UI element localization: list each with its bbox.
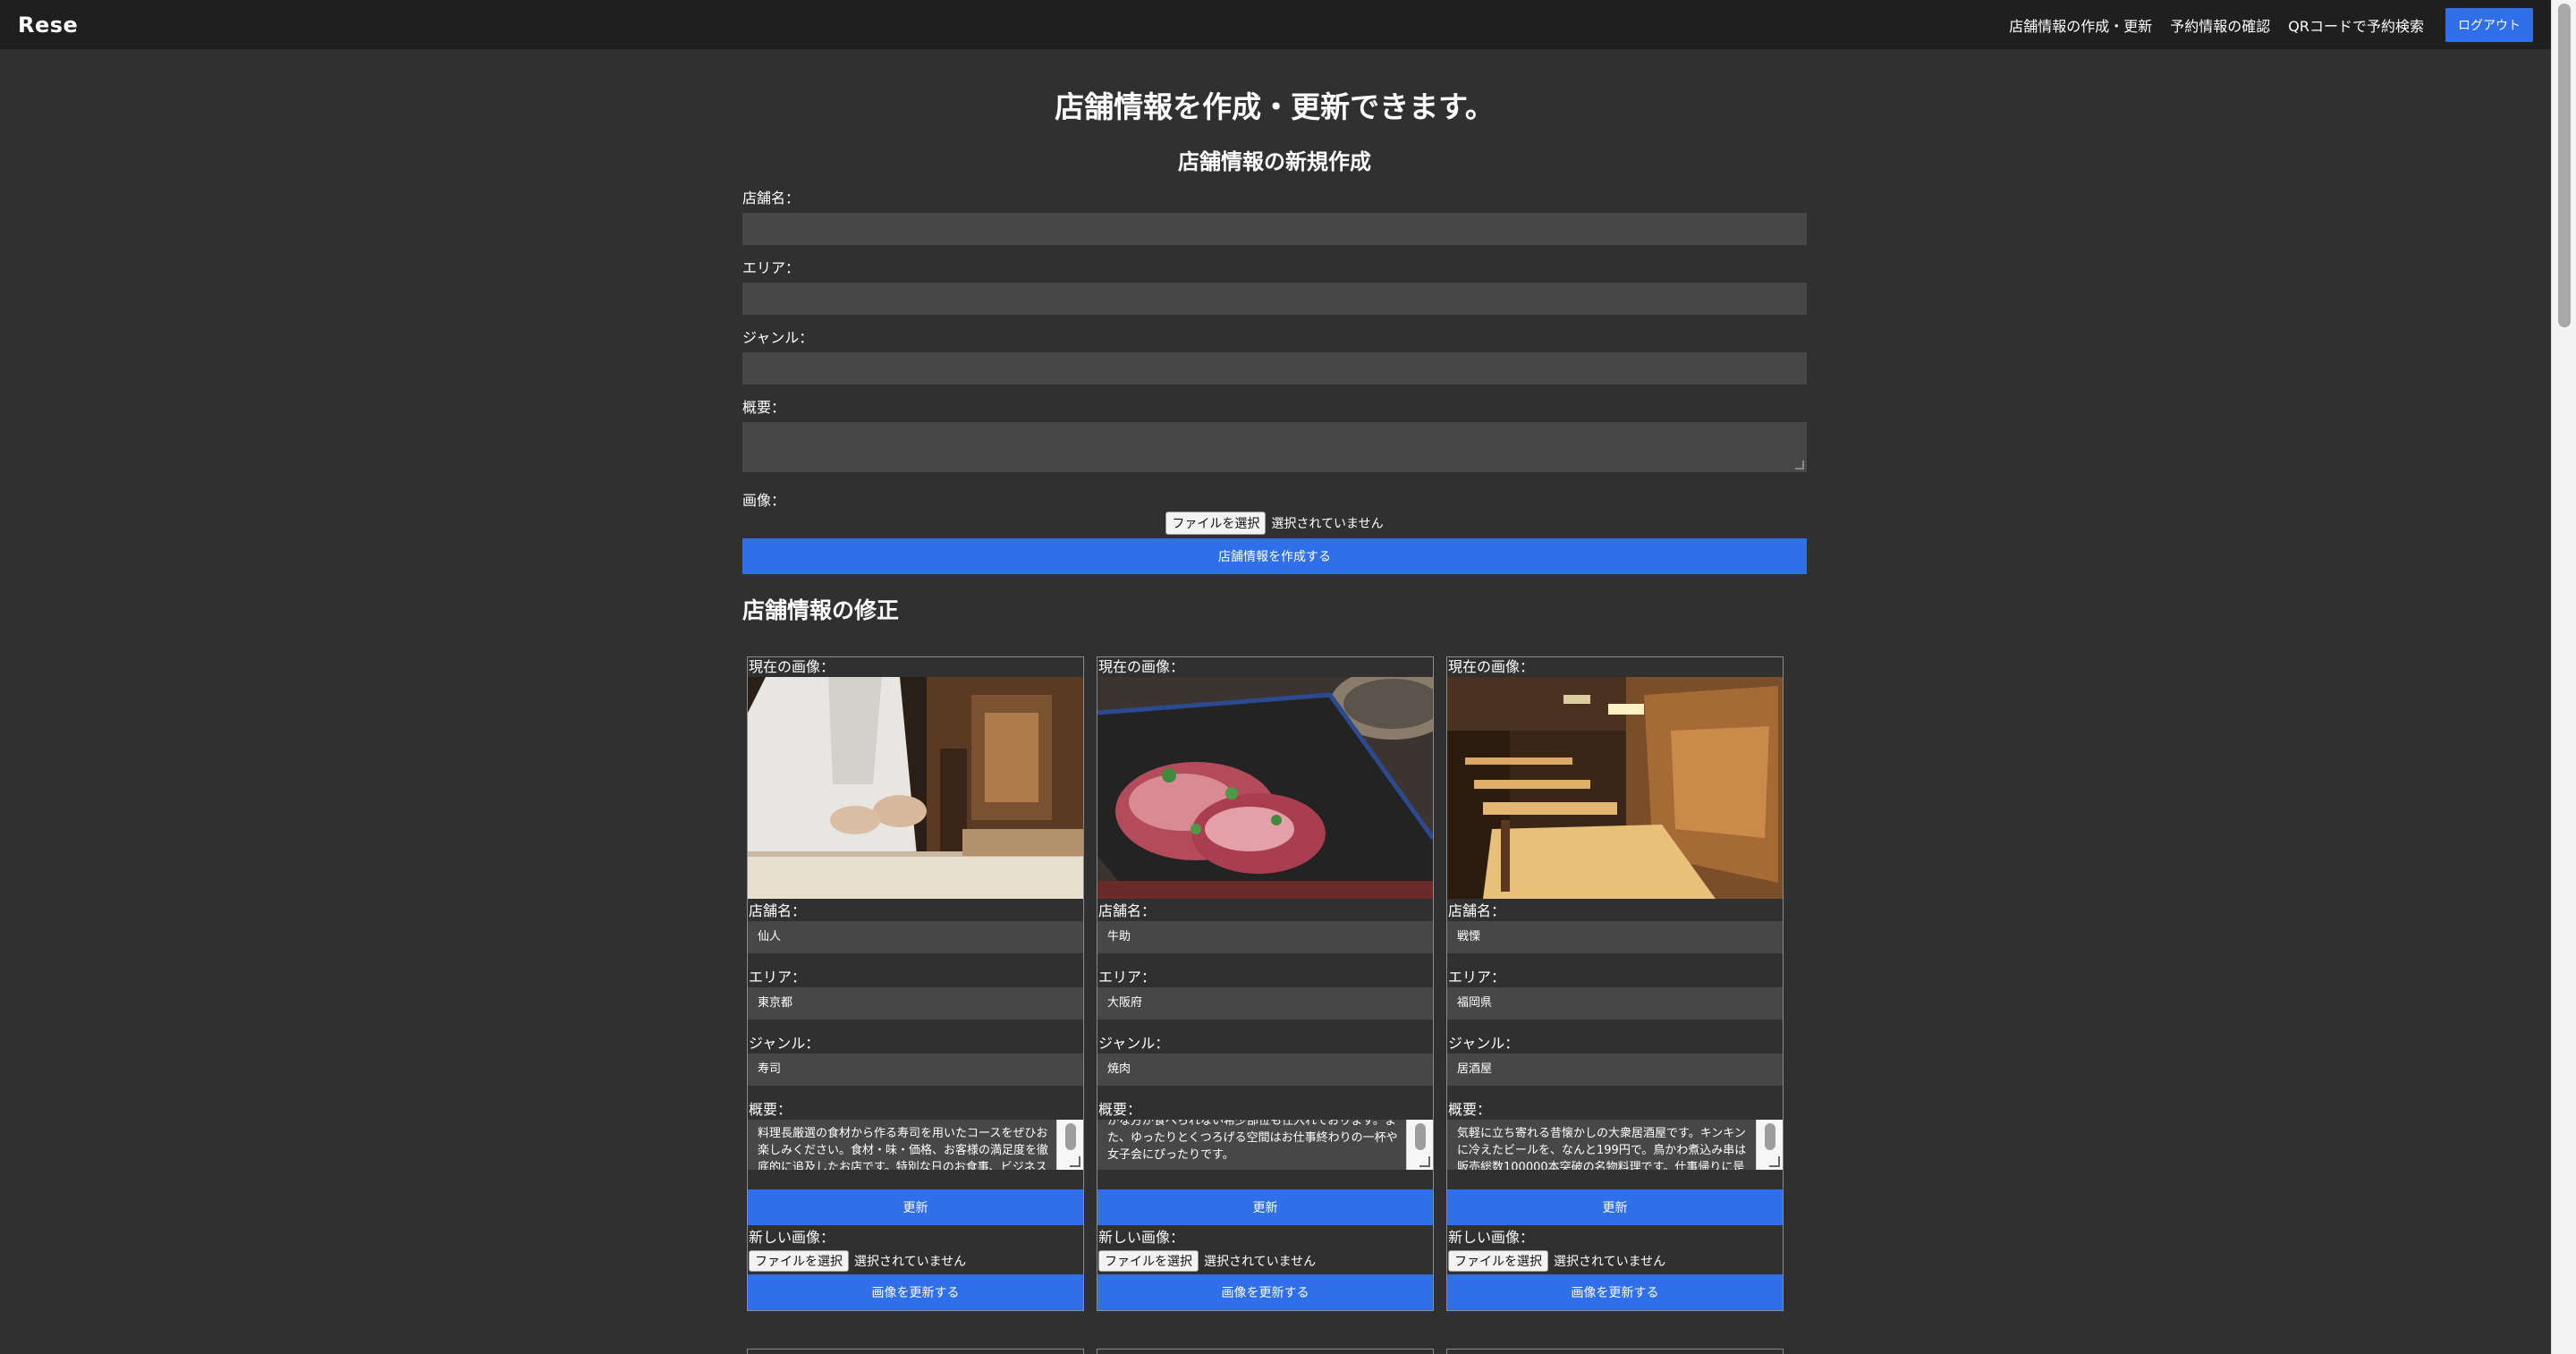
resize-grip-icon[interactable] (1070, 1156, 1080, 1167)
resize-grip-icon[interactable] (1419, 1156, 1430, 1167)
shop-card: 現在の画像： 店舗名： 仙人 エリア： 東京都 ジャンル： 寿司 概要： 料理長… (747, 656, 1084, 1311)
create-area-input[interactable] (742, 283, 1807, 315)
card-summary-text: 料理長厳選の食材から作る寿司を用いたコースをぜひお楽しみください。食材・味・価格… (758, 1127, 1049, 1170)
page-scrollbar-thumb[interactable] (2558, 4, 2571, 327)
card-name-input[interactable]: 戦慄 (1447, 921, 1783, 953)
card-file-picker: ファイルを選択 選択されていません (1447, 1249, 1783, 1273)
create-image-label: 画像： (742, 492, 786, 509)
update-shop-button[interactable]: 更新 (748, 1189, 1083, 1225)
update-shop-button[interactable]: 更新 (1097, 1189, 1433, 1225)
sushi-chef-icon (748, 677, 1083, 899)
card-name-input[interactable]: 牛助 (1097, 921, 1433, 953)
card-area-label: エリア： (1098, 969, 1157, 986)
new-image-label: 新しい画像： (749, 1229, 835, 1246)
card-file-picker: ファイルを選択 選択されていません (748, 1249, 1083, 1273)
create-area-label: エリア： (742, 259, 801, 276)
textarea-scrollbar-thumb[interactable] (1765, 1123, 1775, 1150)
create-summary-textarea[interactable] (742, 422, 1807, 472)
card-area-label: エリア： (1448, 969, 1506, 986)
app-logo[interactable]: Rese (18, 13, 78, 38)
shop-card-list: 現在の画像： 店舗名： 仙人 エリア： 東京都 ジャンル： 寿司 概要： 料理長… (747, 656, 1807, 1311)
current-image-label: 現在の画像： (749, 658, 835, 675)
nav-link-create-update[interactable]: 店舗情報の作成・更新 (2009, 14, 2152, 36)
create-genre-input[interactable] (742, 352, 1807, 385)
card-summary-text: かな方が食べられない希少部位も仕入れております。また、ゆったりとくつろげる空間は… (1107, 1120, 1398, 1162)
card-summary-textarea[interactable]: 気軽に立ち寄れる昔懐かしの大衆居酒屋です。キンキンに冷えたビールを、なんと199… (1447, 1120, 1783, 1170)
card-area-input[interactable]: 東京都 (748, 987, 1083, 1020)
card-genre-input[interactable]: 焼肉 (1097, 1054, 1433, 1086)
create-name-input[interactable] (742, 213, 1807, 245)
edit-section-title: 店舗情報の修正 (742, 597, 900, 623)
card-genre-input[interactable]: 居酒屋 (1447, 1054, 1783, 1086)
card-file-select-button[interactable]: ファイルを選択 (1448, 1250, 1548, 1272)
create-file-select-button[interactable]: ファイルを選択 (1165, 512, 1267, 535)
shop-card-list-next-row (747, 1349, 1784, 1354)
current-image-label: 現在の画像： (1098, 658, 1185, 675)
update-image-button[interactable]: 画像を更新する (1097, 1274, 1433, 1310)
new-image-label: 新しい画像： (1448, 1229, 1535, 1246)
card-genre-label: ジャンル： (749, 1035, 820, 1052)
update-image-button[interactable]: 画像を更新する (1447, 1274, 1783, 1310)
create-file-status: 選択されていません (1271, 517, 1384, 531)
card-area-input[interactable]: 大阪府 (1097, 987, 1433, 1020)
card-genre-label: ジャンル： (1098, 1035, 1170, 1052)
card-genre-label: ジャンル： (1448, 1035, 1520, 1052)
textarea-scrollbar-thumb[interactable] (1065, 1123, 1076, 1150)
card-file-select-button[interactable]: ファイルを選択 (749, 1250, 849, 1272)
page-title: 店舗情報を作成・更新できます。 (1055, 89, 1495, 124)
card-summary-textarea[interactable]: かな方が食べられない希少部位も仕入れております。また、ゆったりとくつろげる空間は… (1097, 1120, 1433, 1170)
card-summary-label: 概要： (1448, 1101, 1492, 1118)
card-summary-label: 概要： (749, 1101, 792, 1118)
shop-card: 現在の画像： 店舗名： 戦慄 エリア： 福岡県 ジャンル： 居酒屋 概要： 気軽… (1446, 656, 1784, 1311)
update-shop-button[interactable]: 更新 (1447, 1189, 1783, 1225)
card-file-status: 選択されていません (1204, 1255, 1317, 1269)
update-image-button[interactable]: 画像を更新する (748, 1274, 1083, 1310)
izakaya-interior-icon (1447, 677, 1783, 899)
card-file-status: 選択されていません (854, 1255, 967, 1269)
create-shop-button[interactable]: 店舗情報を作成する (742, 538, 1807, 574)
shop-card (1097, 1349, 1434, 1354)
card-summary-label: 概要： (1098, 1101, 1142, 1118)
shop-card (1446, 1349, 1784, 1354)
card-file-status: 選択されていません (1554, 1255, 1666, 1269)
card-file-select-button[interactable]: ファイルを選択 (1098, 1250, 1199, 1272)
shop-card (747, 1349, 1084, 1354)
create-section-title: 店舗情報の新規作成 (1178, 149, 1371, 174)
card-summary-text: 気軽に立ち寄れる昔懐かしの大衆居酒屋です。キンキンに冷えたビールを、なんと199… (1457, 1127, 1747, 1170)
create-genre-label: ジャンル： (742, 329, 814, 346)
logout-button[interactable]: ログアウト (2445, 7, 2533, 42)
resize-grip-icon[interactable] (1769, 1156, 1780, 1167)
resize-grip-icon[interactable] (1795, 461, 1804, 470)
create-file-picker: ファイルを選択 選択されていません (742, 512, 1807, 535)
shop-card: 現在の画像： 店舗名： 牛助 エリア： 大阪府 ジャンル： 焼肉 概要： かな方… (1097, 656, 1434, 1311)
yakiniku-meat-icon (1097, 677, 1433, 899)
nav-link-qr-search[interactable]: QRコードで予約検索 (2288, 14, 2424, 36)
textarea-scrollbar-thumb[interactable] (1415, 1123, 1426, 1150)
main-content: 店舗情報を作成・更新できます。 店舗情報の新規作成 店舗名： エリア： ジャンル… (742, 49, 1807, 1311)
card-name-input[interactable]: 仙人 (748, 921, 1083, 953)
card-area-label: エリア： (749, 969, 807, 986)
card-area-input[interactable]: 福岡県 (1447, 987, 1783, 1020)
new-image-label: 新しい画像： (1098, 1229, 1185, 1246)
card-name-label: 店舗名： (749, 902, 807, 919)
current-image-label: 現在の画像： (1448, 658, 1535, 675)
top-nav-bar: Rese 店舗情報の作成・更新 予約情報の確認 QRコードで予約検索 ログアウト (0, 0, 2551, 49)
nav-link-reservations[interactable]: 予約情報の確認 (2170, 14, 2270, 36)
card-name-label: 店舗名： (1448, 902, 1506, 919)
card-summary-textarea[interactable]: 料理長厳選の食材から作る寿司を用いたコースをぜひお楽しみください。食材・味・価格… (748, 1120, 1083, 1170)
card-file-picker: ファイルを選択 選択されていません (1097, 1249, 1433, 1273)
create-name-label: 店舗名： (742, 190, 801, 207)
card-name-label: 店舗名： (1098, 902, 1157, 919)
nav-links: 店舗情報の作成・更新 予約情報の確認 QRコードで予約検索 ログアウト (2009, 7, 2533, 42)
page-scrollbar[interactable] (2551, 0, 2576, 1354)
card-genre-input[interactable]: 寿司 (748, 1054, 1083, 1086)
create-summary-label: 概要： (742, 399, 786, 416)
